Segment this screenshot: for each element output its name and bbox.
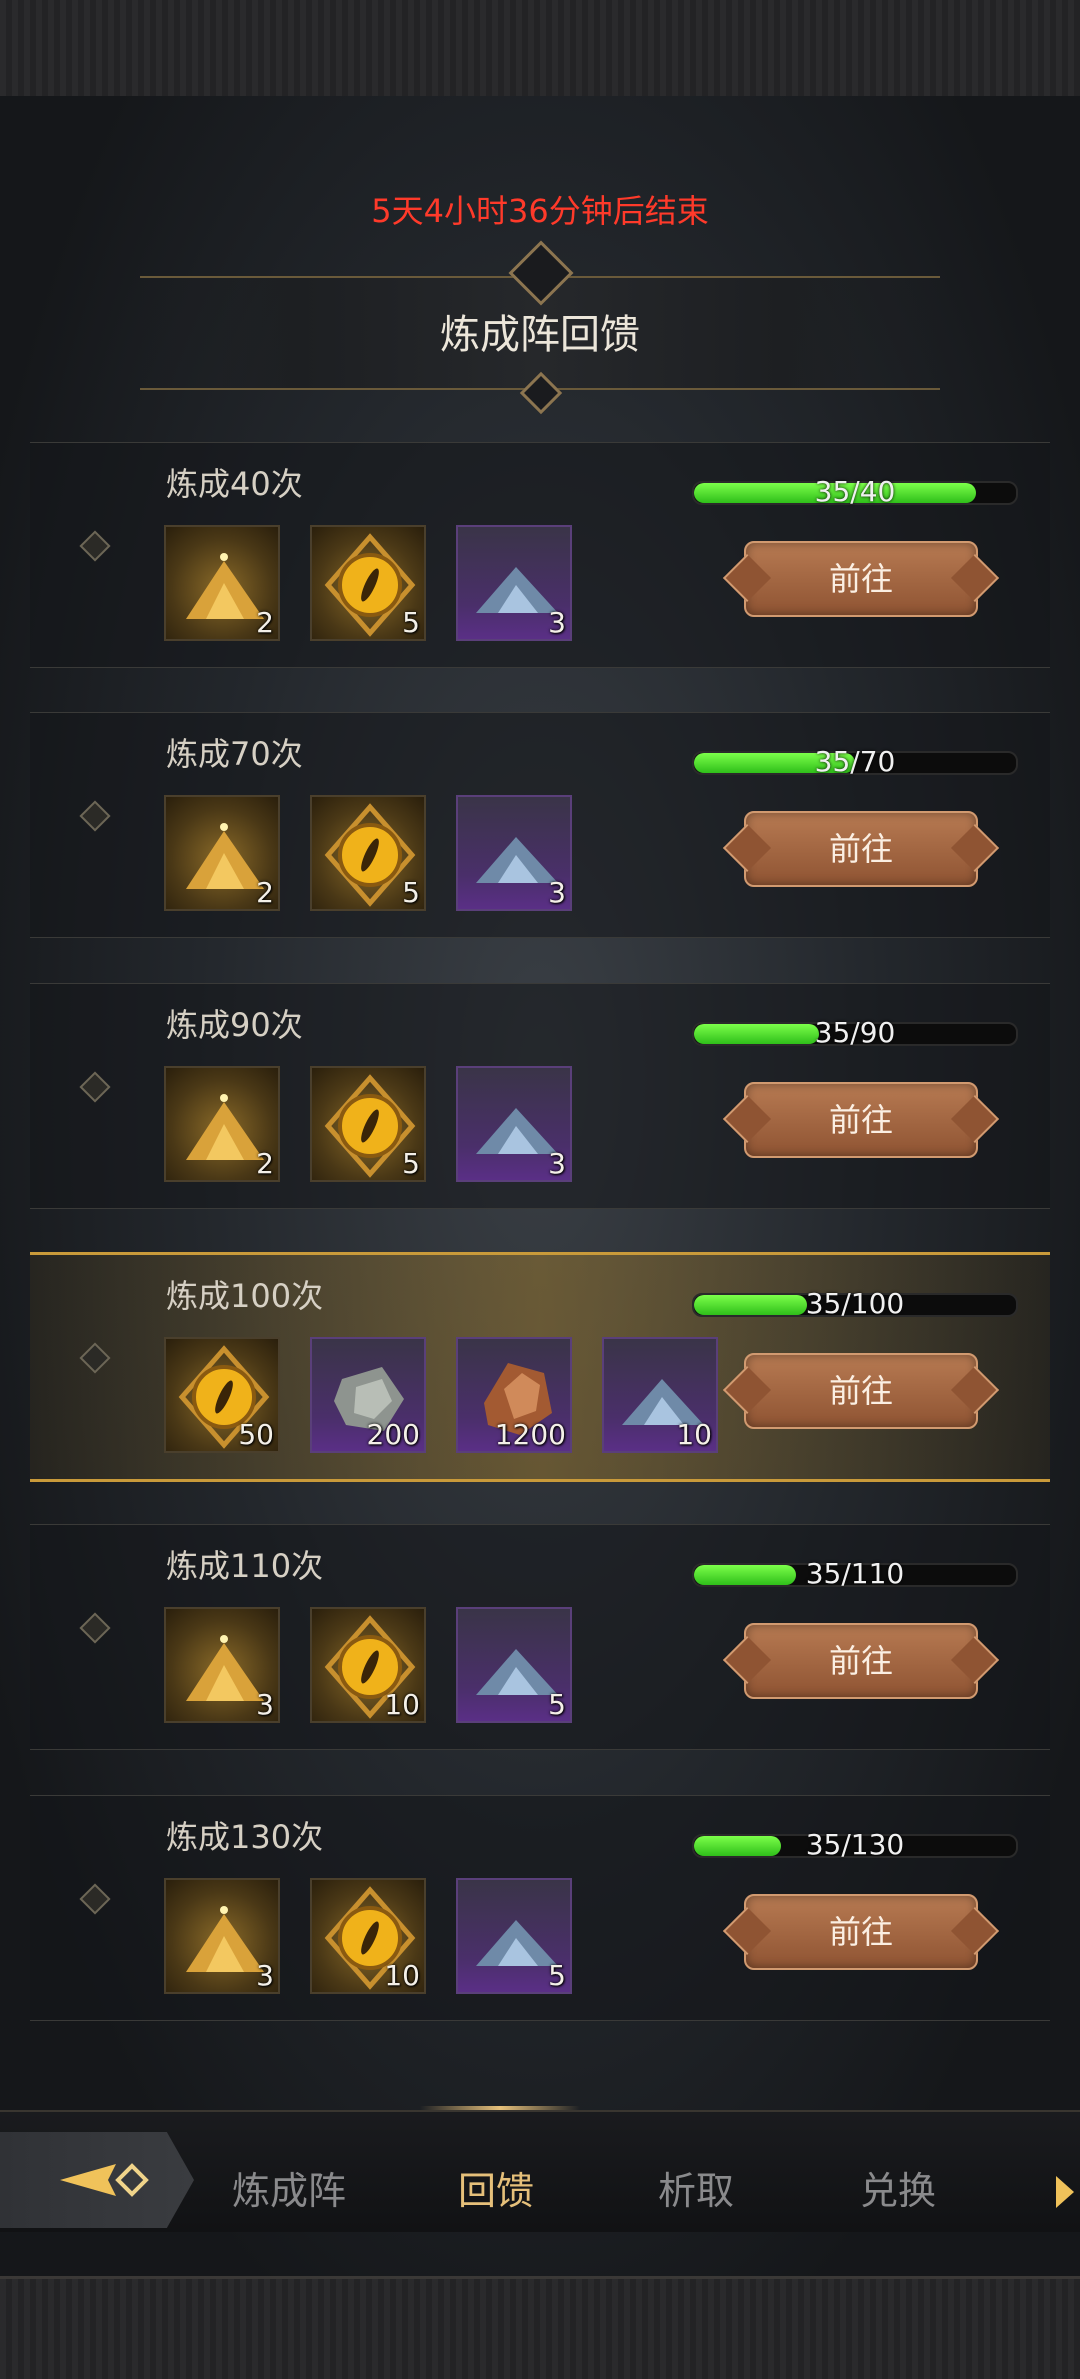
item-count: 3	[256, 1688, 274, 1721]
reward-row-highlighted: 炼成100次 50 200 1200 10 35/100 前往	[30, 1252, 1050, 1482]
progress-bar: 35/130	[692, 1828, 1018, 1861]
go-button[interactable]: 前往	[744, 541, 978, 617]
go-button-label: 前往	[828, 560, 893, 598]
reward-item-gold-dust[interactable]: 3	[164, 1607, 280, 1723]
reward-row: 炼成130次 3 10 5 35/130 前往	[30, 1795, 1050, 2021]
reward-row: 炼成70次 2 5 3 35/70 前往	[30, 712, 1050, 938]
progress-text: 35/90	[814, 1016, 896, 1049]
item-count: 3	[548, 606, 566, 639]
reward-item-gold-eye[interactable]: 10	[310, 1607, 426, 1723]
reward-item-gold-eye[interactable]: 10	[310, 1878, 426, 1994]
go-button[interactable]: 前往	[744, 1623, 978, 1699]
tab-extract[interactable]: 析取	[658, 2160, 734, 2215]
reward-item-gold-dust[interactable]: 2	[164, 1066, 280, 1182]
item-count: 2	[256, 1147, 274, 1180]
reward-item-blue-crystal[interactable]: 5	[456, 1607, 572, 1723]
progress-text: 35/110	[805, 1557, 905, 1590]
item-count: 10	[676, 1418, 712, 1451]
reward-item-blue-crystal[interactable]: 5	[456, 1878, 572, 1994]
item-count: 3	[256, 1959, 274, 1992]
go-button[interactable]: 前往	[744, 1353, 978, 1429]
item-count: 2	[256, 606, 274, 639]
diamond-icon	[79, 1071, 111, 1103]
active-tab-glow	[420, 2106, 580, 2110]
go-button-label: 前往	[828, 1372, 893, 1410]
progress-bar: 35/110	[692, 1557, 1018, 1590]
item-count: 10	[384, 1688, 420, 1721]
reward-row: 炼成40次 2 5 3 35/40 前往	[30, 442, 1050, 668]
reward-item-copper-ore[interactable]: 1200	[456, 1337, 572, 1453]
go-button[interactable]: 前往	[744, 1082, 978, 1158]
go-button-label: 前往	[828, 1642, 893, 1680]
back-arrow-icon	[60, 2163, 149, 2197]
item-count: 3	[548, 1147, 566, 1180]
item-count: 50	[238, 1418, 274, 1451]
reward-item-gold-eye[interactable]: 5	[310, 1066, 426, 1182]
reward-row: 炼成110次 3 10 5 35/110 前往	[30, 1524, 1050, 1750]
item-count: 5	[402, 1147, 420, 1180]
progress-text: 35/130	[805, 1828, 905, 1861]
reward-title: 炼成90次	[166, 1006, 303, 1044]
item-count: 5	[548, 1688, 566, 1721]
progress-text: 35/70	[814, 745, 896, 778]
progress-bar: 35/100	[692, 1287, 1018, 1320]
reward-item-blue-crystal[interactable]: 10	[602, 1337, 718, 1453]
top-frame	[0, 0, 1080, 99]
go-button-label: 前往	[828, 1913, 893, 1951]
reward-title: 炼成130次	[166, 1818, 324, 1856]
diamond-icon	[79, 1612, 111, 1644]
reward-item-gold-dust[interactable]: 2	[164, 525, 280, 641]
reward-item-gray-ore[interactable]: 200	[310, 1337, 426, 1453]
item-count: 5	[402, 876, 420, 909]
reward-item-blue-crystal[interactable]: 3	[456, 525, 572, 641]
tab-alchemy-circle[interactable]: 炼成阵	[232, 2160, 346, 2215]
diamond-icon	[79, 1883, 111, 1915]
reward-title: 炼成100次	[166, 1277, 324, 1315]
go-button[interactable]: 前往	[744, 811, 978, 887]
item-count: 10	[384, 1959, 420, 1992]
reward-row: 炼成90次 2 5 3 35/90 前往	[30, 983, 1050, 1209]
diamond-icon	[79, 800, 111, 832]
bottom-frame	[0, 2276, 1080, 2379]
go-button[interactable]: 前往	[744, 1894, 978, 1970]
reward-title: 炼成110次	[166, 1547, 324, 1585]
progress-text: 35/100	[805, 1287, 905, 1320]
go-button-label: 前往	[828, 1101, 893, 1139]
event-timer: 5天4小时36分钟后结束	[371, 192, 709, 230]
next-arrow-icon[interactable]	[1054, 2174, 1076, 2210]
item-count: 5	[548, 1959, 566, 1992]
reward-item-gold-dust[interactable]: 3	[164, 1878, 280, 1994]
tab-exchange[interactable]: 兑换	[860, 2160, 936, 2215]
item-count: 1200	[494, 1418, 566, 1451]
reward-item-blue-crystal[interactable]: 3	[456, 1066, 572, 1182]
reward-title: 炼成40次	[166, 465, 303, 503]
progress-bar: 35/70	[692, 745, 1018, 778]
item-count: 5	[402, 606, 420, 639]
diamond-icon	[79, 530, 111, 562]
progress-bar: 35/90	[692, 1016, 1018, 1049]
progress-text: 35/40	[814, 475, 896, 508]
reward-item-gold-eye[interactable]: 5	[310, 525, 426, 641]
go-button-label: 前往	[828, 830, 893, 868]
item-count: 2	[256, 876, 274, 909]
panel-title: 炼成阵回馈	[440, 312, 640, 358]
item-count: 200	[366, 1418, 420, 1451]
item-count: 3	[548, 876, 566, 909]
reward-item-gold-eye[interactable]: 50	[164, 1337, 280, 1453]
diamond-icon	[79, 1342, 111, 1374]
reward-item-gold-eye[interactable]: 5	[310, 795, 426, 911]
progress-bar: 35/40	[692, 475, 1018, 508]
reward-title: 炼成70次	[166, 735, 303, 773]
reward-item-gold-dust[interactable]: 2	[164, 795, 280, 911]
tab-rewards[interactable]: 回馈	[458, 2160, 534, 2215]
reward-item-blue-crystal[interactable]: 3	[456, 795, 572, 911]
